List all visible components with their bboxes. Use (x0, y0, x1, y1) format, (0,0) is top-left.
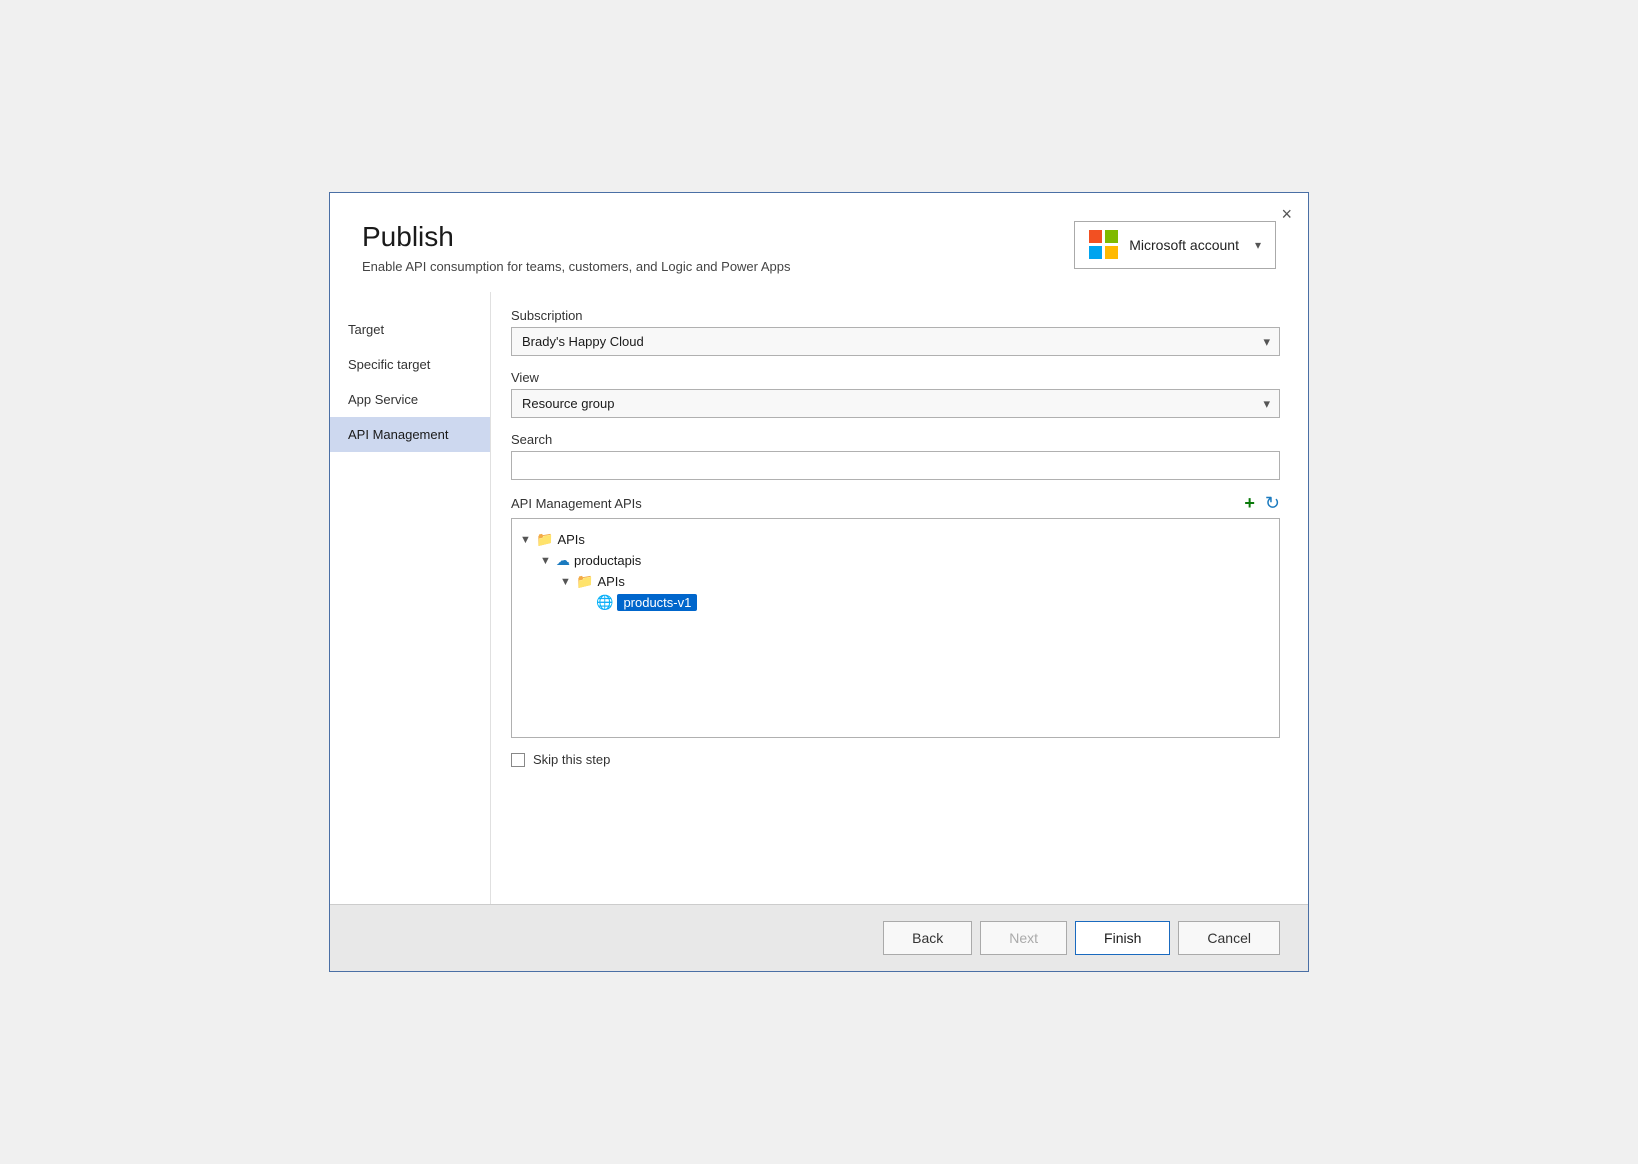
tree-node-apis-root[interactable]: ▼ 📁 APIs (520, 529, 1271, 550)
skip-label: Skip this step (533, 752, 610, 767)
arrow-apis-sub: ▼ (560, 576, 572, 588)
subscription-select[interactable]: Brady's Happy Cloud (511, 327, 1280, 356)
node-label-productapis: productapis (574, 553, 641, 568)
folder-icon-apis-sub: 📁 (576, 573, 593, 590)
sidebar-item-api-management[interactable]: API Management (330, 417, 490, 452)
view-select[interactable]: Resource groupLocationType (511, 389, 1280, 418)
search-label: Search (511, 432, 1280, 447)
sidebar: Target Specific target App Service API M… (330, 292, 490, 904)
tree-node-apis-sub[interactable]: ▼ 📁 APIs (560, 571, 1271, 592)
api-mgmt-header: API Management APIs + ↻ (511, 494, 1280, 512)
tree-node-productapis[interactable]: ▼ ☁ productapis (540, 550, 1271, 571)
finish-button[interactable]: Finish (1075, 921, 1170, 955)
skip-checkbox[interactable] (511, 753, 525, 767)
dialog-subtitle: Enable API consumption for teams, custom… (362, 259, 791, 274)
sidebar-item-specific-target[interactable]: Specific target (330, 347, 490, 382)
api-mgmt-actions: + ↻ (1244, 494, 1280, 512)
sidebar-item-app-service[interactable]: App Service (330, 382, 490, 417)
api-mgmt-title: API Management APIs (511, 496, 642, 511)
api-mgmt-section: API Management APIs + ↻ ▼ 📁 APIs (511, 494, 1280, 738)
cloud-icon-productapis: ☁ (556, 552, 570, 569)
tree-children-productapis: ▼ 📁 APIs ▶ 🌐 products-v1 (540, 571, 1271, 613)
ms-account-block[interactable]: Microsoft account ▾ (1074, 221, 1276, 269)
dialog-footer: Back Next Finish Cancel (330, 904, 1308, 971)
tree-children-root: ▼ ☁ productapis ▼ 📁 APIs (520, 550, 1271, 613)
ms-logo-yellow (1105, 246, 1118, 259)
node-label-apis-sub: APIs (597, 574, 624, 589)
search-group: Search (511, 432, 1280, 480)
view-select-wrapper: Resource groupLocationType (511, 389, 1280, 418)
refresh-button[interactable]: ↻ (1265, 494, 1280, 512)
dialog-body: Target Specific target App Service API M… (330, 292, 1308, 904)
subscription-select-wrapper: Brady's Happy Cloud (511, 327, 1280, 356)
subscription-label: Subscription (511, 308, 1280, 323)
node-label-apis-root: APIs (557, 532, 584, 547)
ms-logo-green (1105, 230, 1118, 243)
subscription-group: Subscription Brady's Happy Cloud (511, 308, 1280, 356)
main-content: Subscription Brady's Happy Cloud View Re… (490, 292, 1308, 904)
close-button[interactable]: × (1281, 205, 1292, 223)
ms-account-label: Microsoft account (1129, 237, 1239, 253)
dialog-header: Publish Enable API consumption for teams… (330, 193, 1308, 292)
cancel-button[interactable]: Cancel (1178, 921, 1280, 955)
node-label-products-v1: products-v1 (617, 594, 697, 611)
ms-logo-blue (1089, 246, 1102, 259)
add-api-button[interactable]: + (1244, 494, 1255, 512)
title-block: Publish Enable API consumption for teams… (362, 221, 791, 274)
api-tree-box: ▼ 📁 APIs ▼ ☁ productapis (511, 518, 1280, 738)
ms-logo (1089, 230, 1119, 260)
search-input[interactable] (511, 451, 1280, 480)
arrow-icon: ▼ (520, 534, 532, 546)
ms-logo-red (1089, 230, 1102, 243)
view-label: View (511, 370, 1280, 385)
tree-node-products-v1[interactable]: ▶ 🌐 products-v1 (580, 592, 1271, 613)
tree-children-apis-sub: ▶ 🌐 products-v1 (560, 592, 1271, 613)
back-button[interactable]: Back (883, 921, 972, 955)
skip-row: Skip this step (511, 752, 1280, 767)
next-button[interactable]: Next (980, 921, 1067, 955)
view-group: View Resource groupLocationType (511, 370, 1280, 418)
sidebar-item-target[interactable]: Target (330, 312, 490, 347)
folder-icon-root: 📁 (536, 531, 553, 548)
arrow-productapis: ▼ (540, 555, 552, 567)
publish-dialog: × Publish Enable API consumption for tea… (329, 192, 1309, 972)
globe-icon-products-v1: 🌐 (596, 594, 613, 611)
ms-account-arrow: ▾ (1255, 238, 1261, 252)
dialog-title: Publish (362, 221, 791, 253)
